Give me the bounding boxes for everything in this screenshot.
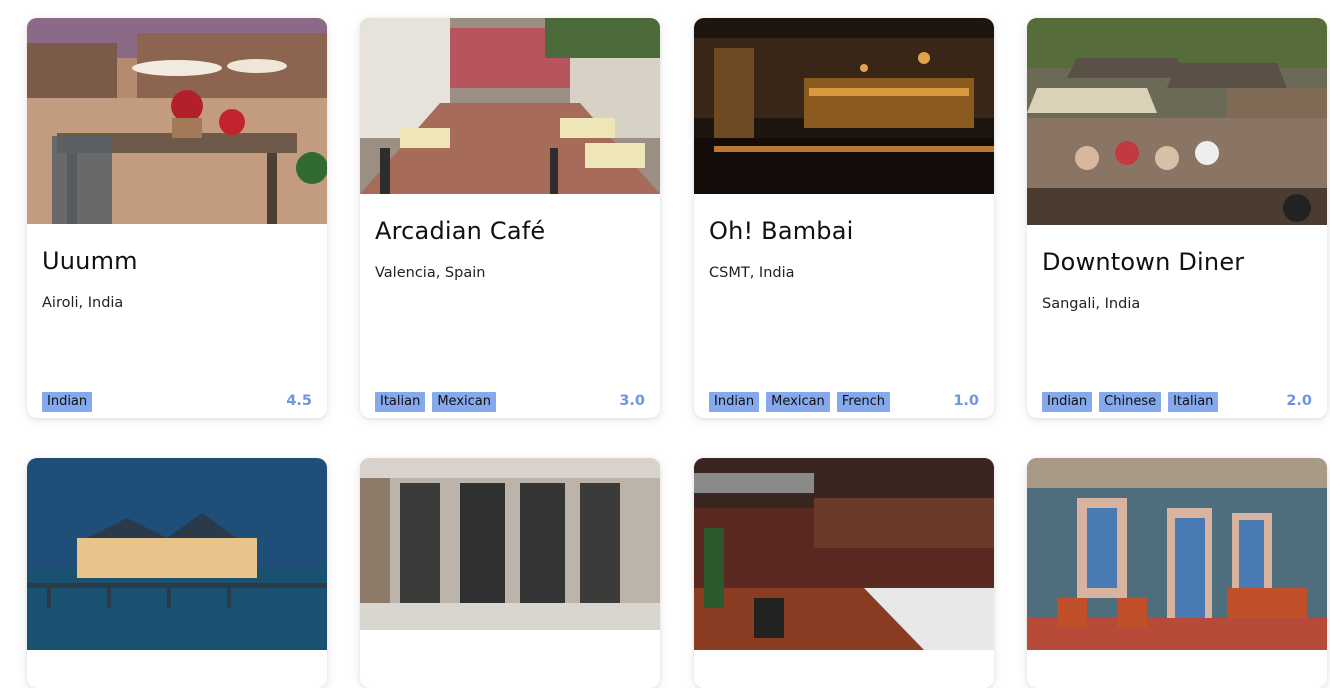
cuisine-tag: French [836,392,891,412]
restaurant-card[interactable] [360,458,660,688]
restaurant-card[interactable]: Arcadian Café Valencia, Spain Italian Me… [360,18,660,418]
restaurant-name[interactable]: Downtown Diner [1042,248,1244,276]
cuisine-tags: Indian Mexican French [709,392,891,412]
restaurant-card[interactable] [27,458,327,688]
cuisine-tag: Mexican [766,392,830,412]
restaurant-card[interactable]: Uuumm Airoli, India Indian 4.5 [27,18,327,418]
restaurant-photo [360,458,660,630]
restaurant-name[interactable]: Oh! Bambai [709,217,854,245]
restaurant-card[interactable] [1027,458,1327,688]
restaurant-photo [27,18,327,224]
cuisine-tag: Chinese [1099,392,1162,412]
restaurant-photo [694,458,994,650]
restaurant-location: Airoli, India [42,295,124,311]
rating-value: 3.0 [619,393,645,409]
restaurant-photo [694,18,994,194]
cuisine-tag: Mexican [432,392,496,412]
rating-value: 1.0 [953,393,979,409]
rating-value: 2.0 [1286,393,1312,409]
rating-value: 4.5 [286,393,312,409]
cuisine-tags: Indian Chinese Italian [1042,392,1219,412]
restaurant-location: CSMT, India [709,265,795,281]
restaurant-photo [27,458,327,650]
restaurant-photo [360,18,660,194]
restaurant-location: Sangali, India [1042,296,1141,312]
restaurant-card[interactable]: Oh! Bambai CSMT, India Indian Mexican Fr… [694,18,994,418]
cuisine-tag: Italian [375,392,426,412]
cuisine-tags: Italian Mexican [375,392,496,412]
restaurant-card[interactable]: Downtown Diner Sangali, India Indian Chi… [1027,18,1327,418]
cuisine-tag: Indian [709,392,760,412]
restaurant-card[interactable] [694,458,994,688]
cuisine-tags: Indian [42,392,93,412]
restaurant-photo [1027,458,1327,650]
restaurant-name[interactable]: Arcadian Café [375,217,545,245]
restaurant-name[interactable]: Uuumm [42,247,138,275]
restaurant-photo [1027,18,1327,225]
restaurant-location: Valencia, Spain [375,265,486,281]
cuisine-tag: Indian [1042,392,1093,412]
cuisine-tag: Indian [42,392,93,412]
cuisine-tag: Italian [1168,392,1219,412]
